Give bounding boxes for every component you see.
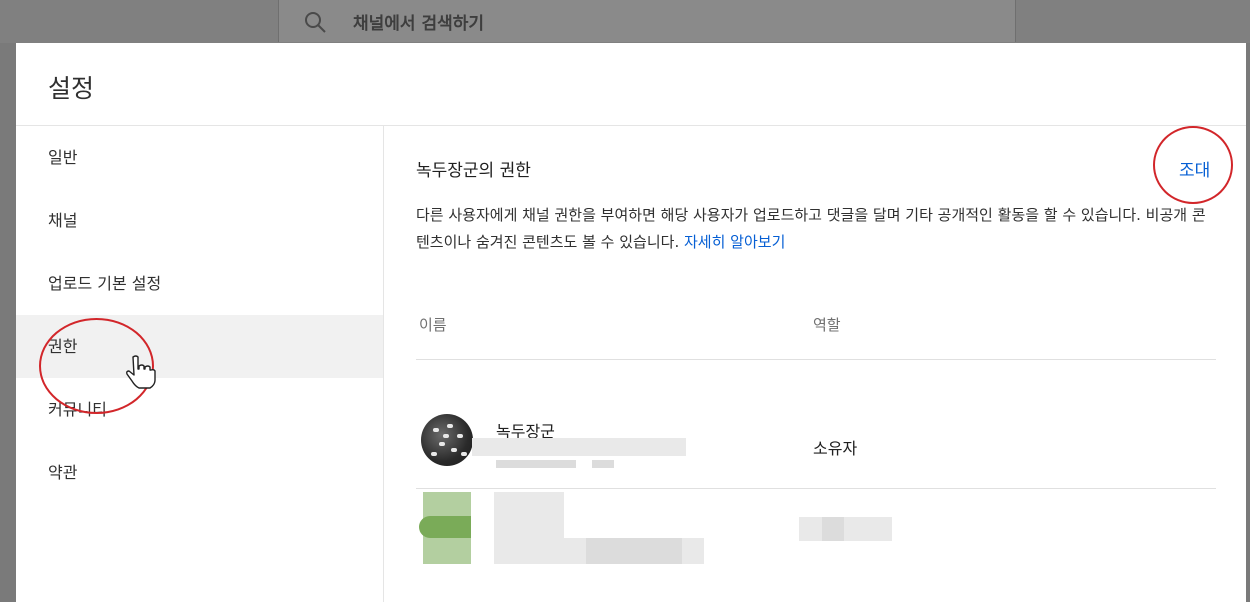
- row-divider: [416, 488, 1216, 489]
- nav-item-channel[interactable]: 채널: [16, 189, 383, 252]
- background-left-strip: [0, 43, 16, 602]
- redacted-role-part: [822, 517, 844, 541]
- permissions-description: 다른 사용자에게 채널 권한을 부여하면 해당 사용자가 업로드하고 댓글을 달…: [416, 202, 1216, 256]
- settings-nav: 일반 채널 업로드 기본 설정 권한 커뮤니티 약관: [16, 126, 383, 504]
- nav-item-label: 일반: [48, 148, 78, 167]
- owner-role: 소유자: [813, 439, 858, 458]
- redacted-email-part: [586, 538, 682, 564]
- background-search-bar: 채널에서 검색하기: [278, 0, 1016, 42]
- search-icon: [303, 10, 327, 38]
- redacted-email: [472, 438, 686, 456]
- dialog-title: 설정: [48, 74, 95, 103]
- column-header-role: 역할: [813, 316, 841, 334]
- nav-item-general[interactable]: 일반: [16, 126, 383, 189]
- settings-dialog: 설정 일반 채널 업로드 기본 설정 권한 커뮤니티 약관 녹두장군의 권한 조…: [16, 43, 1246, 602]
- header-divider: [416, 359, 1216, 360]
- column-header-name: 이름: [419, 316, 447, 334]
- redacted-email-part: [592, 460, 614, 468]
- redacted-role: [799, 517, 892, 541]
- nav-item-label: 채널: [48, 211, 78, 230]
- redacted-name: [494, 492, 564, 538]
- nav-item-terms[interactable]: 약관: [16, 441, 383, 504]
- learn-more-link[interactable]: 자세히 알아보기: [684, 233, 785, 251]
- search-placeholder: 채널에서 검색하기: [353, 14, 485, 34]
- hand-cursor-icon: [124, 354, 156, 394]
- annotation-ring: [1153, 126, 1233, 204]
- redacted-avatar-part: [419, 516, 471, 538]
- avatar: [421, 414, 473, 466]
- nav-item-label: 업로드 기본 설정: [48, 274, 162, 293]
- nav-item-upload-defaults[interactable]: 업로드 기본 설정: [16, 252, 383, 315]
- nav-item-label: 약관: [48, 463, 78, 482]
- redacted-email-part: [496, 460, 576, 468]
- background-right-strip: [1246, 43, 1250, 602]
- nav-divider: [383, 126, 384, 602]
- description-text: 다른 사용자에게 채널 권한을 부여하면 해당 사용자가 업로드하고 댓글을 달…: [416, 206, 1206, 251]
- permissions-title: 녹두장군의 권한: [416, 161, 531, 181]
